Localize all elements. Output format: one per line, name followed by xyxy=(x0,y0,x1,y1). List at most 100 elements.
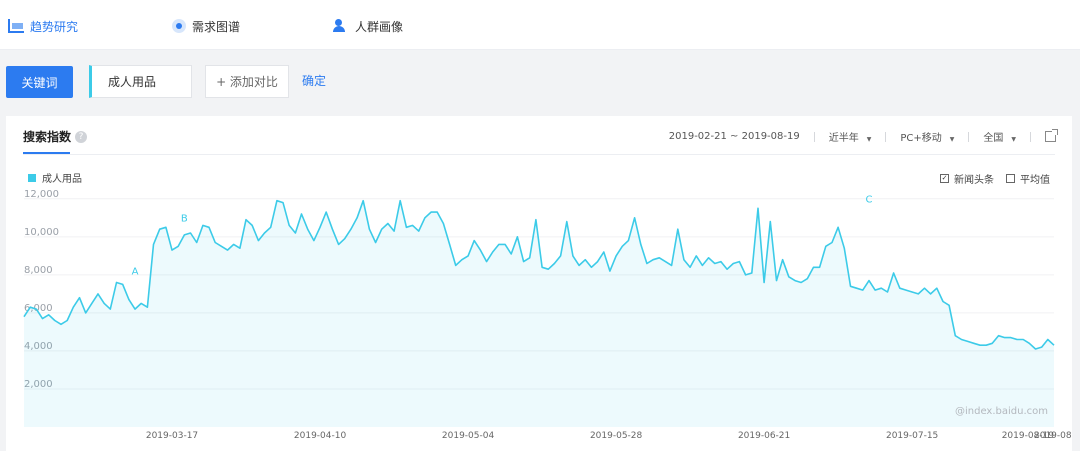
data-point[interactable] xyxy=(257,240,259,242)
data-point[interactable] xyxy=(307,228,309,230)
data-point[interactable] xyxy=(732,263,734,265)
data-point[interactable] xyxy=(455,264,457,266)
data-point[interactable] xyxy=(677,228,679,230)
data-point[interactable] xyxy=(134,308,136,310)
data-point[interactable] xyxy=(486,261,488,263)
data-point[interactable] xyxy=(831,242,833,244)
data-point[interactable] xyxy=(442,223,444,225)
data-point[interactable] xyxy=(998,335,1000,337)
data-point[interactable] xyxy=(233,243,235,245)
data-point[interactable] xyxy=(763,282,765,284)
data-point[interactable] xyxy=(319,226,321,228)
data-point[interactable] xyxy=(547,268,549,270)
data-point[interactable] xyxy=(535,219,537,221)
data-point[interactable] xyxy=(103,302,105,304)
data-point[interactable] xyxy=(375,242,377,244)
data-point[interactable] xyxy=(523,261,525,263)
data-point[interactable] xyxy=(917,293,919,295)
data-point[interactable] xyxy=(757,207,759,209)
data-point[interactable] xyxy=(153,243,155,245)
data-point[interactable] xyxy=(584,259,586,261)
data-point[interactable] xyxy=(79,297,81,299)
data-point[interactable] xyxy=(880,287,882,289)
data-point[interactable] xyxy=(116,282,118,284)
data-point[interactable] xyxy=(350,228,352,230)
data-point[interactable] xyxy=(91,302,93,304)
data-point[interactable] xyxy=(745,274,747,276)
data-point[interactable] xyxy=(85,312,87,314)
data-point[interactable] xyxy=(196,242,198,244)
data-point[interactable] xyxy=(177,245,179,247)
data-point[interactable] xyxy=(128,299,130,301)
data-point[interactable] xyxy=(850,285,852,287)
data-point[interactable] xyxy=(399,200,401,202)
data-point[interactable] xyxy=(991,342,993,344)
data-point[interactable] xyxy=(689,266,691,268)
data-point[interactable] xyxy=(1022,339,1024,341)
data-point[interactable] xyxy=(122,283,124,285)
data-point[interactable] xyxy=(837,226,839,228)
data-point[interactable] xyxy=(714,263,716,265)
data-point[interactable] xyxy=(1016,339,1018,341)
data-point[interactable] xyxy=(251,224,253,226)
data-point[interactable] xyxy=(42,318,44,320)
data-point[interactable] xyxy=(467,255,469,257)
data-point[interactable] xyxy=(418,230,420,232)
data-point[interactable] xyxy=(751,272,753,274)
data-point[interactable] xyxy=(208,226,210,228)
data-point[interactable] xyxy=(325,211,327,213)
data-point[interactable] xyxy=(948,304,950,306)
data-point[interactable] xyxy=(276,200,278,202)
data-point[interactable] xyxy=(270,226,272,228)
data-point[interactable] xyxy=(893,272,895,274)
data-point[interactable] xyxy=(806,278,808,280)
data-point[interactable] xyxy=(788,276,790,278)
data-point[interactable] xyxy=(794,280,796,282)
data-point[interactable] xyxy=(609,270,611,272)
data-point[interactable] xyxy=(646,263,648,265)
data-point[interactable] xyxy=(35,308,37,310)
data-point[interactable] xyxy=(356,217,358,219)
data-point[interactable] xyxy=(29,306,31,308)
data-point[interactable] xyxy=(368,228,370,230)
add-compare-button[interactable]: + 添加对比 xyxy=(205,65,289,98)
data-point[interactable] xyxy=(412,224,414,226)
data-point[interactable] xyxy=(819,266,821,268)
data-point[interactable] xyxy=(227,249,229,251)
data-point[interactable] xyxy=(874,289,876,291)
keyword-button[interactable]: 关键词 xyxy=(6,66,73,98)
data-point[interactable] xyxy=(578,264,580,266)
data-point[interactable] xyxy=(769,221,771,223)
data-point[interactable] xyxy=(449,243,451,245)
data-point[interactable] xyxy=(800,282,802,284)
data-point[interactable] xyxy=(868,280,870,282)
data-point[interactable] xyxy=(985,344,987,346)
search-index-chart[interactable]: 12,00010,0008,0006,0004,0002,000 ABC 201… xyxy=(6,116,1072,451)
data-point[interactable] xyxy=(473,240,475,242)
data-point[interactable] xyxy=(936,287,938,289)
data-point[interactable] xyxy=(1035,348,1037,350)
data-point[interactable] xyxy=(738,261,740,263)
data-point[interactable] xyxy=(695,255,697,257)
data-point[interactable] xyxy=(856,287,858,289)
data-point[interactable] xyxy=(301,213,303,215)
data-point[interactable] xyxy=(924,287,926,289)
annotation-marker[interactable]: A xyxy=(132,267,139,278)
data-point[interactable] xyxy=(911,291,913,293)
data-point[interactable] xyxy=(1047,339,1049,341)
nav-demand[interactable]: 需求图谱 xyxy=(172,16,240,36)
data-point[interactable] xyxy=(603,251,605,253)
data-point[interactable] xyxy=(553,263,555,265)
data-point[interactable] xyxy=(979,344,981,346)
data-point[interactable] xyxy=(590,266,592,268)
data-point[interactable] xyxy=(245,219,247,221)
data-point[interactable] xyxy=(387,223,389,225)
data-point[interactable] xyxy=(288,224,290,226)
data-point[interactable] xyxy=(961,339,963,341)
data-point[interactable] xyxy=(1004,337,1006,339)
data-point[interactable] xyxy=(436,211,438,213)
data-point[interactable] xyxy=(461,259,463,261)
data-point[interactable] xyxy=(843,247,845,249)
data-point[interactable] xyxy=(159,228,161,230)
data-point[interactable] xyxy=(813,266,815,268)
